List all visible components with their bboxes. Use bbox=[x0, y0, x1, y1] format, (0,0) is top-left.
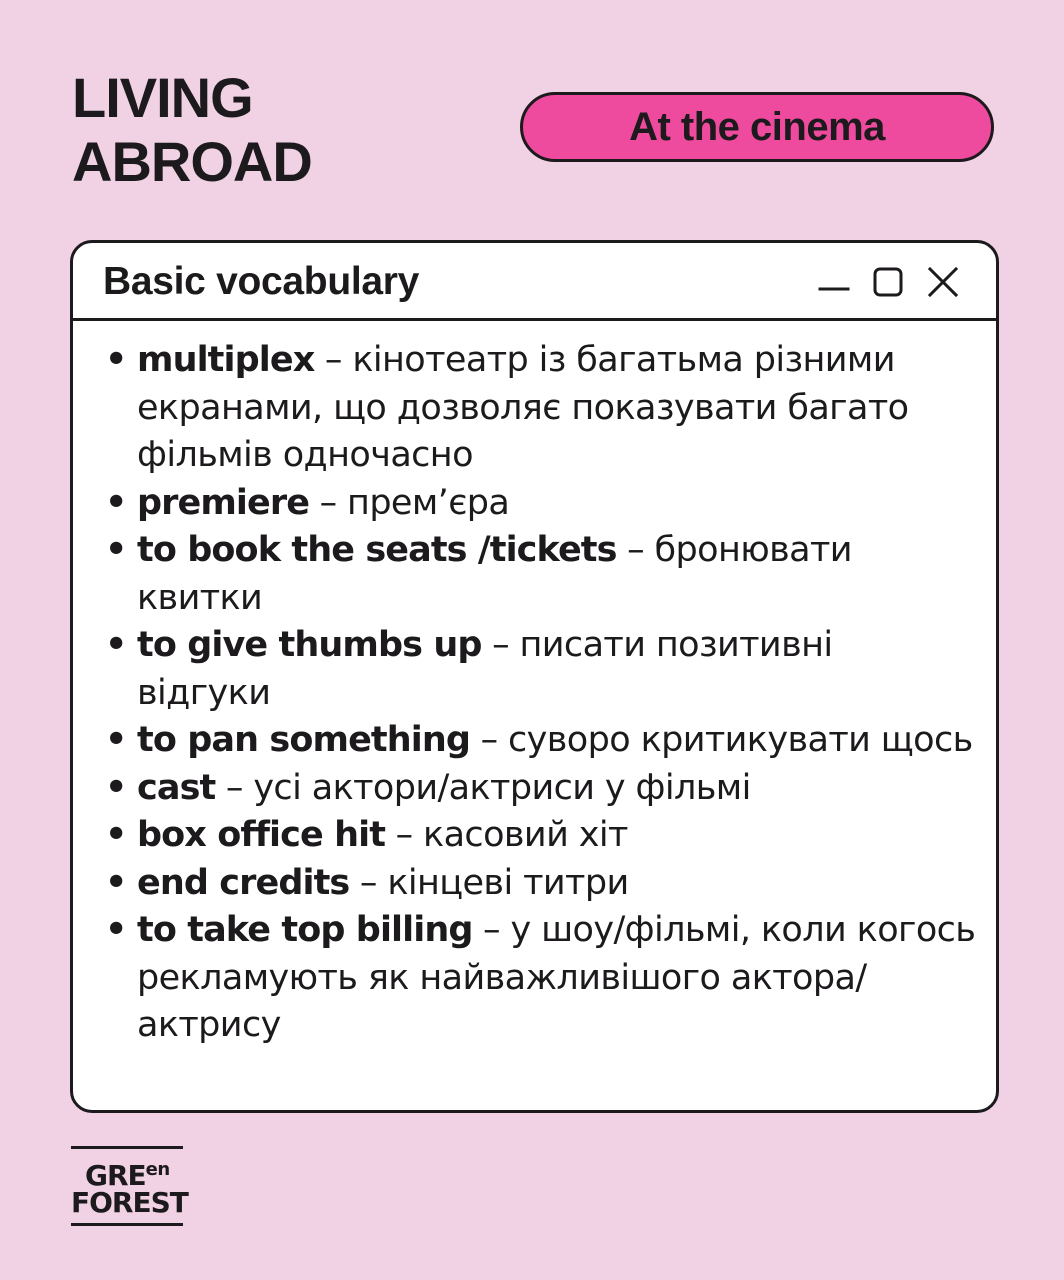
bullet: • bbox=[105, 625, 127, 665]
vocab-translation: кінцеві титри bbox=[387, 862, 629, 903]
bullet: • bbox=[105, 340, 127, 380]
vocab-translation: суворо критикувати щось bbox=[508, 720, 973, 760]
vocab-term: end credits bbox=[137, 862, 350, 903]
vocab-term: to give thumbs up bbox=[137, 625, 482, 665]
vocab-term: to pan something bbox=[137, 720, 471, 760]
bullet: • bbox=[105, 530, 127, 570]
bullet: • bbox=[105, 482, 127, 523]
vocab-dash: – bbox=[483, 910, 511, 950]
topic-label: At the cinema bbox=[629, 104, 885, 149]
window-titlebar: Basic vocabulary bbox=[73, 243, 996, 321]
bullet: • bbox=[105, 862, 127, 903]
vocab-term: to book the seats /tickets bbox=[137, 530, 617, 570]
window-title: Basic vocabulary bbox=[103, 260, 420, 303]
list-item: • to take top billing – у шоу/фільмі, ко… bbox=[103, 907, 996, 1050]
bullet: • bbox=[105, 910, 127, 950]
logo-line-2: FOREST bbox=[71, 1186, 189, 1219]
vocab-term: cast bbox=[137, 767, 216, 808]
list-item: • to book the seats /tickets – бронювати… bbox=[103, 527, 996, 622]
list-item: • to give thumbs up – писати позитивні в… bbox=[103, 622, 996, 717]
topic-badge: At the cinema bbox=[520, 92, 994, 162]
minimize-icon[interactable] bbox=[817, 265, 851, 299]
list-item: • cast – усі актори/актриси у фільмі bbox=[103, 765, 996, 813]
list-item: • box office hit – касовий хіт bbox=[103, 812, 996, 860]
vocab-dash: – bbox=[395, 815, 424, 855]
vocab-dash: – bbox=[492, 625, 520, 665]
vocab-dash: – bbox=[480, 720, 509, 760]
vocab-dash: – bbox=[225, 767, 254, 808]
bullet: • bbox=[105, 767, 127, 808]
vocab-dash: – bbox=[359, 862, 388, 903]
vocab-translation: усі актори/актриси у фільмі bbox=[253, 767, 751, 808]
vocab-translation: прем’єра bbox=[347, 482, 510, 523]
page-title-line-2: ABROAD bbox=[72, 130, 313, 193]
vocab-translation: касовий хіт bbox=[423, 815, 628, 855]
list-item: • multiplex – кінотеатр із багатьма різн… bbox=[103, 337, 996, 480]
vocab-term: box office hit bbox=[137, 815, 386, 855]
vocab-term: to take top billing bbox=[137, 910, 473, 950]
list-item: • end credits – кінцеві титри bbox=[103, 860, 996, 908]
vocab-dash: – bbox=[627, 530, 655, 570]
list-item: • premiere – прем’єра bbox=[103, 480, 996, 528]
vocab-term: multiplex bbox=[137, 340, 315, 380]
logo-line-1-sup: en bbox=[145, 1159, 171, 1180]
maximize-icon[interactable] bbox=[872, 265, 906, 299]
page-title: LIVING ABROAD bbox=[72, 66, 313, 194]
vocab-dash: – bbox=[324, 340, 353, 380]
vocabulary-list: • multiplex – кінотеатр із багатьма різн… bbox=[73, 321, 996, 1050]
vocab-term: premiere bbox=[137, 482, 310, 523]
close-icon[interactable] bbox=[926, 265, 960, 299]
page-title-line-1: LIVING bbox=[72, 66, 254, 129]
vocabulary-window: Basic vocabulary • multiplex – кінотеатр… bbox=[70, 240, 999, 1113]
list-item: • to pan something – суворо критикувати … bbox=[103, 717, 996, 765]
green-forest-logo: GREen FOREST bbox=[71, 1146, 189, 1226]
bullet: • bbox=[105, 815, 127, 855]
logo-top-rule bbox=[71, 1146, 183, 1149]
vocab-dash: – bbox=[319, 482, 348, 523]
logo-bottom-rule bbox=[71, 1223, 183, 1226]
bullet: • bbox=[105, 720, 127, 760]
